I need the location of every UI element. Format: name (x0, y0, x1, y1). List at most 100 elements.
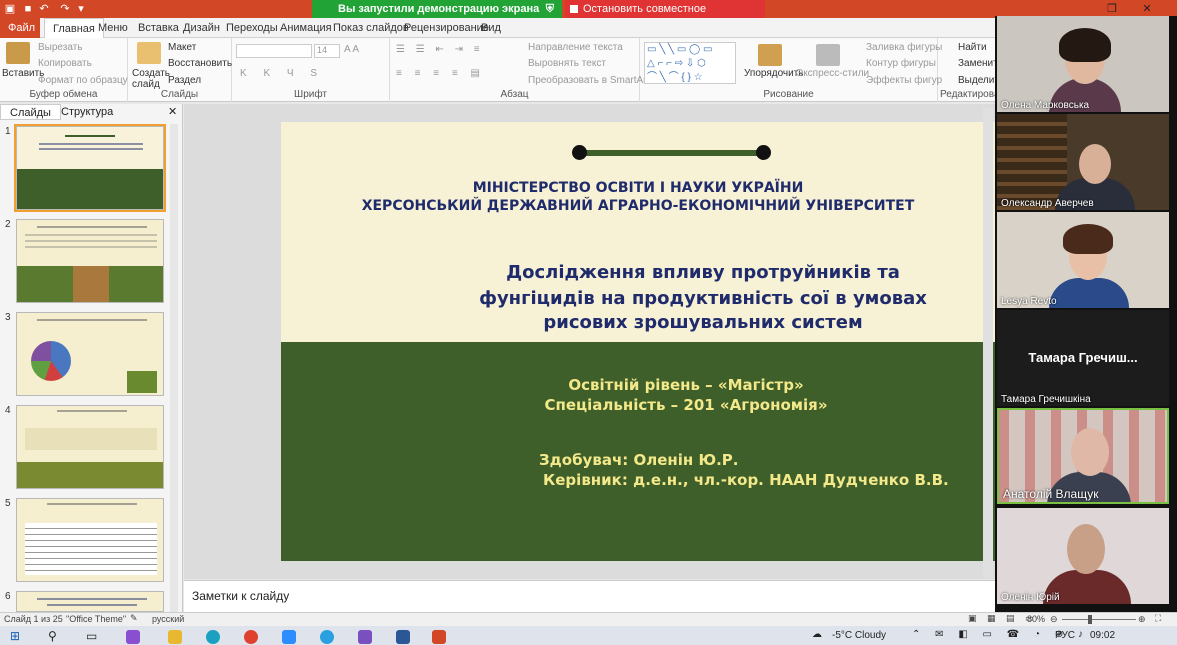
slide-counter: Слайд 1 из 25 (4, 614, 63, 624)
close-icon[interactable]: ✕ (1140, 2, 1154, 16)
font-name-dropdown[interactable] (236, 44, 312, 58)
slides-group: Создать слайд Макет Восстановить Раздел … (128, 38, 232, 102)
proofing-icon[interactable]: ✎ (130, 613, 138, 624)
drawing-label: Рисование (763, 89, 814, 100)
clock[interactable]: 09:02 (1090, 630, 1115, 641)
slide-scrollbar[interactable] (983, 108, 993, 578)
slide-number: 6 (5, 591, 11, 602)
telegram-icon[interactable] (320, 630, 334, 644)
windows-start-icon[interactable]: ⊞ (10, 629, 20, 643)
shape-fill-button[interactable]: Заливка фигуры (866, 42, 942, 53)
font-size-dropdown[interactable]: 14 (314, 44, 340, 58)
section-button[interactable]: Раздел (168, 75, 201, 86)
zoom-out-icon[interactable]: ⊖ (1050, 614, 1058, 625)
paragraph-group: ☰ ☰ ⇤ ⇥ ≡ ≡ ≡ ≡ ≡ ▤ Направление текста В… (390, 38, 649, 102)
slide-number: 2 (5, 219, 11, 230)
align-icons[interactable]: ≡ ≡ ≡ ≡ ▤ (396, 68, 485, 79)
shape-effects-button[interactable]: Эффекты фигур (866, 75, 942, 86)
font-group: 14 A A K K Ч S Шрифт (232, 38, 390, 102)
participant-tile[interactable]: Тамара Гречиш... Тамара Гречишкіна (997, 310, 1169, 406)
slide-thumbnail-6[interactable] (16, 591, 164, 612)
search-icon[interactable]: ⚲ (48, 629, 57, 643)
save-icon[interactable]: ■ (21, 2, 35, 16)
stop-share-button[interactable]: Остановить совместное использование (565, 0, 765, 33)
word-icon[interactable] (396, 630, 410, 644)
fit-slide-icon[interactable]: ⛶ (1155, 613, 1161, 624)
smartart-button[interactable]: Преобразовать в SmartArt (528, 75, 649, 86)
slide-title-line1: Дослідження впливу протруйників та (506, 262, 900, 283)
layout-button[interactable]: Макет (168, 42, 196, 53)
tab-menu[interactable]: Меню (90, 18, 136, 38)
weather-text[interactable]: -5°C Cloudy (832, 630, 886, 641)
participant-tile-active-speaker[interactable]: Анатолій Влащук (997, 408, 1169, 504)
list-icons[interactable]: ☰ ☰ ⇤ ⇥ ≡ (396, 44, 484, 55)
powerpoint-icon: ▣ (4, 3, 16, 15)
slide-thumbnail-1[interactable] (14, 124, 166, 212)
participant-tile[interactable]: Олена Марковська (997, 16, 1169, 112)
new-slide-button[interactable]: Создать слайд (132, 68, 170, 90)
chat-icon[interactable] (126, 630, 140, 644)
panel-scrollbar[interactable] (170, 124, 178, 612)
redo-icon[interactable]: ↷ (58, 2, 72, 16)
tab-outline-panel[interactable]: Структура (52, 104, 122, 120)
supervisor-name: Керівник: д.е.н., чл.-кор. НААН Дудченко… (543, 471, 949, 489)
slide-thumbnail-4[interactable] (16, 405, 164, 489)
participant-tile[interactable]: Олександр Аверчев (997, 114, 1169, 210)
participant-tile[interactable]: Оленін Юрій (997, 508, 1169, 604)
cut-button[interactable]: Вырезать (38, 42, 82, 53)
close-panel-icon[interactable]: ✕ (168, 105, 177, 118)
powerpoint-taskbar-icon[interactable] (432, 630, 446, 644)
restore-icon[interactable]: ❐ (1105, 2, 1119, 16)
stop-icon (570, 5, 578, 13)
screen-share-text: Вы запустили демонстрацию экрана (338, 3, 540, 15)
edge-icon[interactable] (206, 630, 220, 644)
format-painter-button[interactable]: Формат по образцу (38, 75, 128, 86)
file-explorer-icon[interactable] (168, 630, 182, 644)
participant-name: Тамара Гречишкіна (1001, 394, 1091, 405)
zoom-in-icon[interactable]: ⊕ (1138, 614, 1146, 625)
slide-thumbnail-5[interactable] (16, 498, 164, 582)
ribbon-tabs: Файл Главная Меню Вставка Дизайн Переход… (0, 18, 995, 38)
ribbon: Вставить Вырезать Копировать Формат по о… (0, 38, 1017, 102)
tab-file[interactable]: Файл (0, 18, 40, 38)
slide-number: 3 (5, 312, 11, 323)
paste-icon (6, 42, 30, 64)
task-view-icon[interactable]: ▭ (86, 629, 97, 643)
participant-tile[interactable]: Lesya Revto (997, 212, 1169, 308)
slide-thumbnail-3[interactable] (16, 312, 164, 396)
font-style-buttons[interactable]: K K Ч S (240, 68, 324, 79)
zoom-slider[interactable] (1062, 619, 1136, 620)
language[interactable]: русский (152, 614, 184, 624)
reset-button[interactable]: Восстановить (168, 58, 232, 69)
shape-outline-button[interactable]: Контур фигуры (866, 58, 936, 69)
text-direction-button[interactable]: Направление текста (528, 42, 623, 53)
slide-number: 1 (5, 126, 11, 137)
weather-icon[interactable]: ☁ (812, 629, 822, 640)
quick-styles-button[interactable]: Экспресс-стили (796, 68, 869, 79)
shield-icon: ⛨ (545, 3, 554, 15)
tab-view[interactable]: Вид (473, 18, 509, 38)
paragraph-label: Абзац (500, 89, 529, 100)
undo-icon[interactable]: ↶ (37, 2, 51, 16)
zoom-level[interactable]: 80% (1027, 614, 1045, 624)
input-language[interactable]: РУС (1055, 630, 1075, 641)
align-text-button[interactable]: Выровнять текст (528, 58, 606, 69)
find-button[interactable]: Найти (958, 42, 987, 53)
student-name: Здобувач: Оленін Ю.Р. (539, 451, 739, 469)
customize-icon[interactable]: ▾ (74, 2, 88, 16)
shapes-gallery[interactable]: ▭ ╲ ╲ ▭ ◯ ▭ △ ⌐ ⌐ ⇨ ⇩ ⬡ ⌒ ╲ ⌒ { } ☆ (644, 42, 736, 84)
slide-thumbnail-2[interactable] (16, 219, 164, 303)
editing-label: Редактирование (940, 89, 1017, 100)
arrange-button[interactable]: Упорядочить (744, 68, 804, 79)
current-slide[interactable]: МІНІСТЕРСТВО ОСВІТИ І НАУКИ УКРАЇНИ ХЕРС… (281, 122, 995, 561)
notes-pane[interactable]: Заметки к слайду (184, 580, 995, 612)
font-grow-icon[interactable]: A A (344, 44, 359, 55)
zoom-app-icon[interactable] (282, 630, 296, 644)
clipboard-label: Буфер обмена (29, 89, 98, 100)
ministry-heading: МІНІСТЕРСТВО ОСВІТИ І НАУКИ УКРАЇНИ (472, 180, 804, 196)
zoom-slider-thumb[interactable] (1088, 615, 1092, 624)
viber-icon[interactable] (358, 630, 372, 644)
new-slide-icon (137, 42, 161, 64)
chrome-icon[interactable] (244, 630, 258, 644)
copy-button[interactable]: Копировать (38, 58, 92, 69)
